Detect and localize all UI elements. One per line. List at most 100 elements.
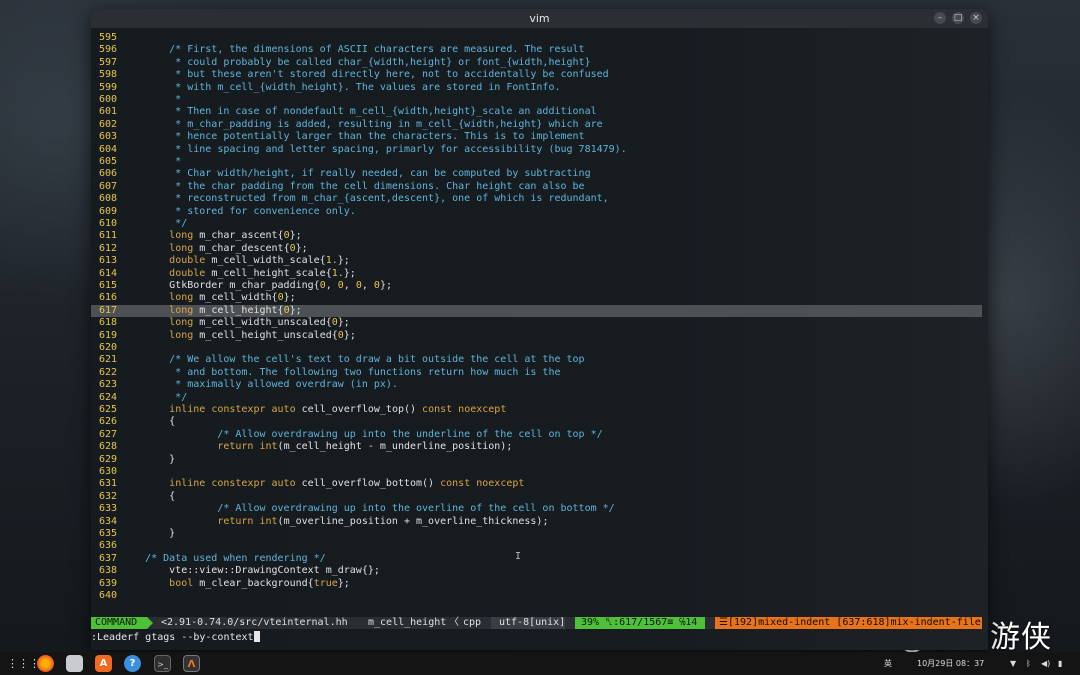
code-line[interactable]: 602 * m_char_padding is added, resulting…	[91, 119, 982, 131]
input-method[interactable]: 英	[884, 652, 892, 675]
help-icon[interactable]: ?	[124, 655, 141, 672]
clock[interactable]: 10月29日 08：37	[917, 652, 984, 675]
code-token: long	[169, 317, 194, 329]
code-line[interactable]: 614 double m_cell_height_scale{1.};	[91, 268, 982, 280]
code-line[interactable]: 629 }	[91, 454, 982, 466]
line-text: long m_cell_width_unscaled{0};	[121, 317, 350, 329]
code-line[interactable]: 615 GtkBorder m_char_padding{0, 0, 0, 0}…	[91, 280, 982, 292]
code-line[interactable]: 623 * maximally allowed overdraw (in px)…	[91, 379, 982, 391]
code-token: ,	[325, 280, 338, 291]
app-grid-icon[interactable]: ⋮⋮⋮	[7, 655, 40, 672]
code-line[interactable]: 616 long m_cell_width{0};	[91, 292, 982, 304]
line-number: 636	[98, 540, 117, 552]
files-icon[interactable]	[66, 655, 83, 672]
code-token: * maximally allowed overdraw (in px).	[121, 379, 398, 391]
minimize-icon[interactable]: –	[934, 12, 946, 24]
line-number: 619	[98, 329, 117, 341]
code-line[interactable]: 609 * stored for convenience only.	[91, 206, 982, 218]
code-line[interactable]: 606 * Char width/height, if really neede…	[91, 168, 982, 180]
code-line[interactable]: 603 * hence potentially larger than the …	[91, 131, 982, 143]
code-line[interactable]: 599 * with m_cell_{width_height}. The va…	[91, 82, 982, 94]
code-line[interactable]: 618 long m_cell_width_unscaled{0};	[91, 317, 982, 329]
line-number: 617	[98, 304, 117, 316]
line-text: }	[121, 454, 175, 466]
code-line[interactable]: 601 * Then in case of nondefault m_cell_…	[91, 106, 982, 118]
code-line[interactable]: 626 {	[91, 416, 982, 428]
code-line[interactable]: 613 double m_cell_width_scale{1.};	[91, 255, 982, 267]
firefox-icon[interactable]	[37, 655, 54, 672]
code-line[interactable]: 631 inline constexpr auto cell_overflow_…	[91, 478, 982, 490]
line-number: 637	[98, 552, 117, 564]
line-number: 623	[98, 379, 117, 391]
code-token: return	[217, 515, 254, 527]
line-text: return int(m_cell_height - m_underline_p…	[121, 441, 512, 453]
code-line[interactable]: 617 long m_cell_height{0};	[91, 304, 982, 318]
code-line[interactable]: 632 {	[91, 491, 982, 503]
code-line[interactable]: 627 /* Allow overdrawing up into the und…	[91, 429, 982, 441]
code-line[interactable]: 628 return int(m_cell_height - m_underli…	[91, 441, 982, 453]
code-line[interactable]: 625 inline constexpr auto cell_overflow_…	[91, 404, 982, 416]
volume-icon[interactable]: ◀)	[1041, 652, 1050, 675]
code-line[interactable]: 622 * and bottom. The following two func…	[91, 367, 982, 379]
app-icon[interactable]: Λ	[183, 655, 200, 672]
command-text: :Leaderf gtags --by-context	[91, 632, 254, 643]
wifi-icon[interactable]: ▼	[1010, 652, 1016, 675]
code-line[interactable]: 619 long m_cell_height_unscaled{0};	[91, 330, 982, 342]
line-number: 614	[98, 267, 117, 279]
code-line[interactable]: 610 */	[91, 218, 982, 230]
percent-value: 39%	[581, 617, 600, 628]
line-number: 609	[98, 205, 117, 217]
code-token: };	[337, 577, 350, 589]
code-line[interactable]: 612 long m_char_descent{0};	[91, 243, 982, 255]
bluetooth-icon[interactable]: ᛒ	[1026, 652, 1031, 675]
code-line[interactable]: 600 *	[91, 94, 982, 106]
code-line[interactable]: 596 /* First, the dimensions of ASCII ch…	[91, 44, 982, 56]
code-line[interactable]: 598 * but these aren't stored directly h…	[91, 69, 982, 81]
text-cursor	[253, 631, 260, 642]
code-line[interactable]: 595	[91, 32, 982, 44]
code-line[interactable]: 608 * reconstructed from m_char_{ascent,…	[91, 193, 982, 205]
close-icon[interactable]: ×	[970, 12, 982, 24]
code-token: /* Allow overdrawing up into the overlin…	[121, 503, 615, 515]
software-center-icon[interactable]: A	[95, 655, 112, 672]
code-line[interactable]: 634 return int(m_overline_position + m_o…	[91, 516, 982, 528]
code-line[interactable]: 620	[91, 342, 982, 354]
code-line[interactable]: 630	[91, 466, 982, 478]
line-number: 606	[98, 168, 117, 180]
terminal-icon[interactable]: >_	[154, 655, 171, 672]
code-token: inline constexpr auto	[169, 404, 296, 415]
code-line[interactable]: 640	[91, 590, 982, 602]
code-line[interactable]: 637 /* Data used when rendering */	[91, 553, 982, 565]
line-number: 626	[98, 416, 117, 428]
code-token: 1.	[325, 255, 338, 267]
line-text: * hence potentially larger than the char…	[121, 131, 584, 143]
code-line[interactable]: 636	[91, 540, 982, 552]
code-line[interactable]: 611 long m_char_ascent{0};	[91, 230, 982, 242]
code-line[interactable]: 621 /* We allow the cell's text to draw …	[91, 354, 982, 366]
code-line[interactable]: 597 * could probably be called char_{wid…	[91, 57, 982, 69]
ibeam-cursor-icon: I	[515, 551, 522, 562]
line-number: 621	[98, 354, 117, 366]
terminal-area[interactable]: 595 596 /* First, the dimensions of ASCII…	[91, 28, 988, 650]
code-line[interactable]: 639 bool m_clear_background{true};	[91, 578, 982, 590]
line-text: double m_cell_height_scale{1.};	[121, 268, 356, 280]
maximize-icon[interactable]: □	[952, 12, 964, 24]
code-line[interactable]: 605 *	[91, 156, 982, 168]
code-line[interactable]: 633 /* Allow overdrawing up into the ove…	[91, 503, 982, 515]
line-text: return int(m_overline_position + m_overl…	[121, 516, 548, 528]
code-token: long	[169, 304, 194, 316]
code-line[interactable]: 638 vte::view::DrawingContext m_draw{};	[91, 565, 982, 577]
tag-separator-icon: 〈	[449, 617, 459, 628]
vim-window[interactable]: vim – □ × 595 596 /* First, the dimension…	[91, 9, 988, 650]
code-line[interactable]: 607 * the char padding from the cell dim…	[91, 181, 982, 193]
window-titlebar[interactable]: vim – □ ×	[91, 9, 988, 28]
code-line[interactable]: 635 }	[91, 528, 982, 540]
command-line[interactable]: :Leaderf gtags --by-context	[91, 631, 260, 643]
code-line[interactable]: 604 * line spacing and letter spacing, p…	[91, 144, 982, 156]
battery-icon[interactable]: ▮	[1058, 652, 1062, 675]
code-line[interactable]: 624 */	[91, 392, 982, 404]
